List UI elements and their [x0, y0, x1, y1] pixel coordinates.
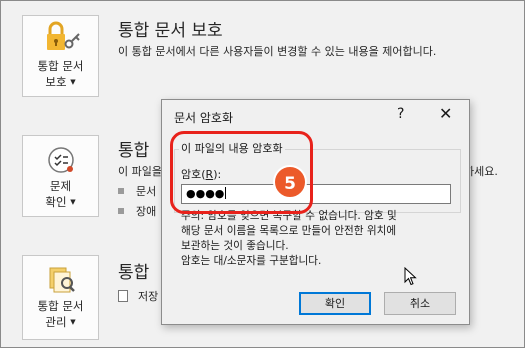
step-badge: 5 [273, 165, 307, 199]
manage-icon [23, 256, 98, 298]
manage-section-title: 통합 [118, 263, 150, 283]
tile-label-line2: 보호 [45, 75, 67, 89]
help-button[interactable]: ? [397, 106, 404, 122]
inspect-icon [23, 136, 98, 178]
protect-workbook-button[interactable]: 통합 문서 보호 ▼ [22, 15, 99, 97]
bullet-icon [118, 208, 124, 214]
password-warning-note: 주의: 암호를 잊으면 복구할 수 없습니다. 암호 및 해당 문서 이름을 목… [181, 210, 397, 267]
inspect-section-title: 통합 [118, 141, 150, 161]
list-item: 장애 [118, 203, 156, 219]
lock-icon [23, 16, 98, 58]
check-issues-button[interactable]: 문제 확인 ▼ [22, 135, 99, 217]
list-item: 문서 [118, 183, 156, 199]
list-item-text: 저장 [138, 290, 159, 303]
list-item-text: 장애 [136, 205, 157, 218]
tile-label-line1: 문제 [49, 179, 72, 193]
chevron-down-icon: ▼ [70, 318, 76, 326]
chevron-down-icon: ▼ [70, 198, 76, 206]
tile-label-line2: 확인 [45, 195, 67, 209]
chevron-down-icon: ▼ [70, 78, 76, 86]
backstage-info-pane: 통합 문서 보호 ▼ 문제 확인 ▼ 통합 문서 관리 ▼ 통합 문서 보호 이… [0, 0, 525, 348]
list-item: 저장 [118, 288, 158, 304]
file-icon [118, 290, 128, 302]
protect-section-description: 이 통합 문서에서 다른 사용자들이 변경할 수 있는 내용을 제어합니다. [118, 45, 437, 58]
mouse-pointer-icon [404, 266, 418, 291]
list-item-text: 문서 [136, 185, 157, 198]
inspect-section-description: 이 파일을 [118, 165, 162, 178]
tile-label-line1: 통합 문서 [37, 299, 84, 313]
close-button[interactable]: ✕ [439, 104, 452, 123]
cancel-button[interactable]: 취소 [384, 292, 456, 315]
bullet-icon [118, 188, 124, 194]
ok-button[interactable]: 확인 [299, 292, 371, 315]
dialog-title: 문서 암호화 [174, 111, 234, 125]
tile-label-line1: 통합 문서 [37, 59, 84, 73]
manage-workbook-button[interactable]: 통합 문서 관리 ▼ [22, 255, 99, 340]
protect-section-title: 통합 문서 보호 [118, 21, 223, 41]
tile-label-line2: 관리 [45, 315, 67, 329]
